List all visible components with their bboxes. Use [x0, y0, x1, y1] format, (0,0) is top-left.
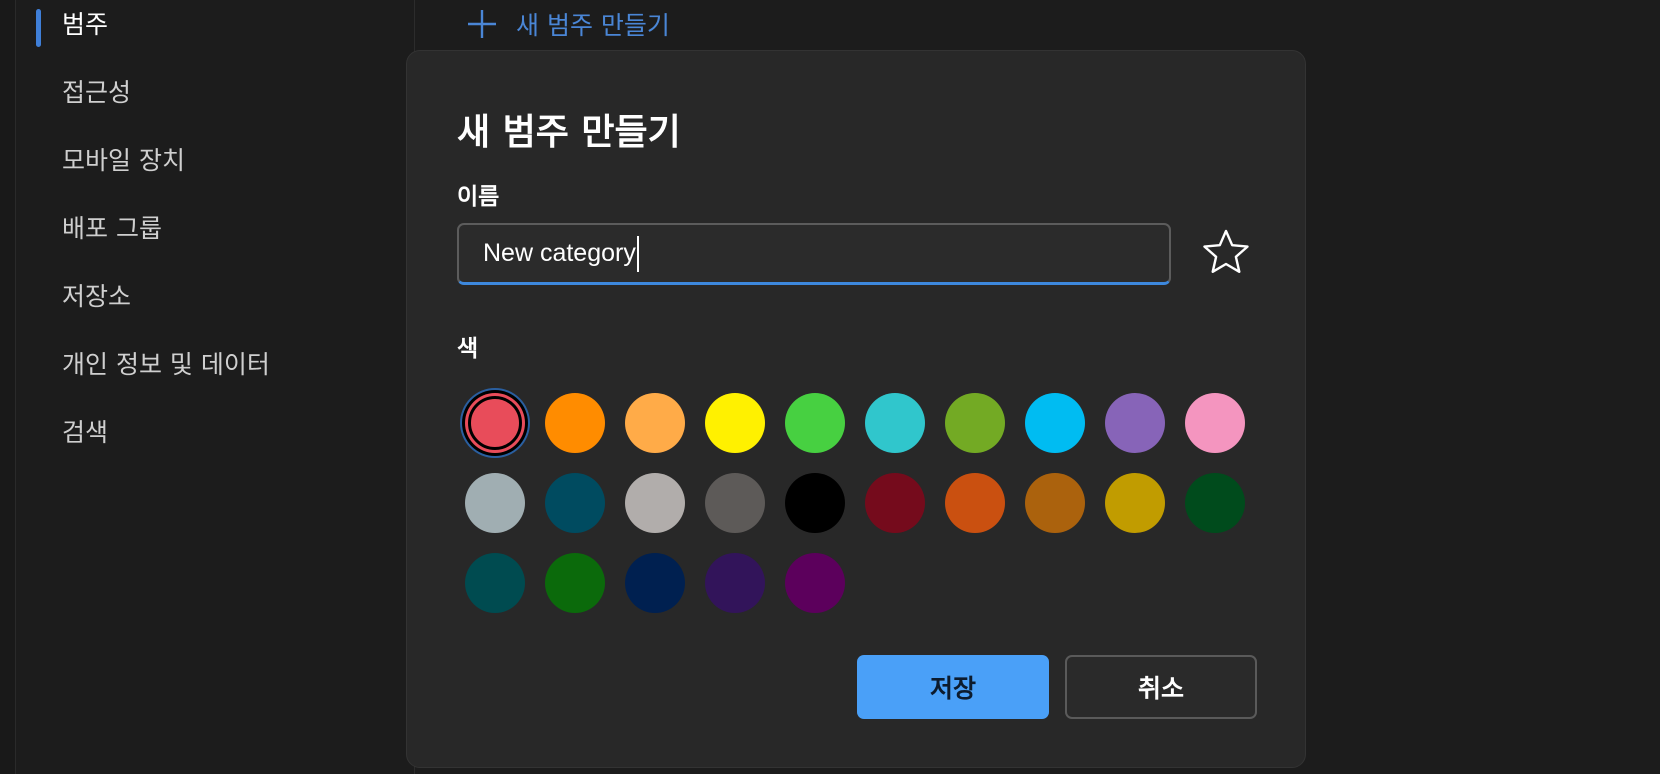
- color-swatch[interactable]: [705, 553, 765, 613]
- color-swatch[interactable]: [785, 553, 845, 613]
- color-swatch[interactable]: [785, 473, 845, 533]
- sidebar-item-distribution-groups[interactable]: 배포 그룹: [62, 209, 162, 249]
- color-swatch[interactable]: [705, 473, 765, 533]
- save-button[interactable]: 저장: [857, 655, 1049, 719]
- color-swatch[interactable]: [545, 473, 605, 533]
- favorite-button[interactable]: [1197, 225, 1255, 283]
- color-swatch[interactable]: [705, 393, 765, 453]
- create-category-label: 새 범주 만들기: [516, 11, 670, 40]
- sidebar-item-search[interactable]: 검색: [62, 413, 108, 453]
- new-category-dialog: 새 범주 만들기 이름 New category 색 저장 취소: [406, 50, 1306, 768]
- window-edge: [0, 0, 16, 774]
- sidebar-item-mobile-devices[interactable]: 모바일 장치: [62, 141, 185, 181]
- sidebar-item-accessibility[interactable]: 접근성: [62, 73, 131, 113]
- category-name-input[interactable]: New category: [457, 223, 1171, 285]
- color-swatch[interactable]: [545, 393, 605, 453]
- color-swatch-grid: [465, 393, 1265, 623]
- color-swatch[interactable]: [785, 393, 845, 453]
- sidebar-item-storage[interactable]: 저장소: [62, 277, 131, 317]
- color-field-label: 색: [457, 336, 479, 362]
- cancel-button[interactable]: 취소: [1065, 655, 1257, 719]
- color-swatch[interactable]: [545, 553, 605, 613]
- color-swatch[interactable]: [1105, 393, 1165, 453]
- color-swatch[interactable]: [865, 473, 925, 533]
- category-name-value: New category: [483, 239, 636, 267]
- text-caret: [636, 235, 639, 272]
- dialog-title: 새 범주 만들기: [457, 112, 681, 153]
- active-nav-indicator: [36, 9, 41, 47]
- color-swatch[interactable]: [1105, 473, 1165, 533]
- color-swatch[interactable]: [1025, 393, 1085, 453]
- color-swatch[interactable]: [625, 393, 685, 453]
- sidebar-item-privacy-data[interactable]: 개인 정보 및 데이터: [62, 345, 270, 385]
- color-swatch[interactable]: [625, 553, 685, 613]
- sidebar-item-categories[interactable]: 범주: [62, 5, 108, 45]
- color-swatch[interactable]: [945, 393, 1005, 453]
- color-swatch[interactable]: [945, 473, 1005, 533]
- color-swatch[interactable]: [625, 473, 685, 533]
- create-category-link[interactable]: 새 범주 만들기: [466, 2, 670, 46]
- star-icon: [1201, 227, 1251, 281]
- save-button-label: 저장: [929, 674, 976, 703]
- color-swatch[interactable]: [465, 473, 525, 533]
- color-swatch[interactable]: [1185, 393, 1245, 453]
- settings-sidebar: 범주 접근성 모바일 장치 배포 그룹 저장소 개인 정보 및 데이터 검색: [16, 0, 414, 774]
- color-swatch[interactable]: [465, 393, 525, 453]
- name-field-label: 이름: [457, 184, 500, 210]
- color-swatch[interactable]: [865, 393, 925, 453]
- color-swatch[interactable]: [1025, 473, 1085, 533]
- color-swatch[interactable]: [1185, 473, 1245, 533]
- cancel-button-label: 취소: [1137, 674, 1184, 703]
- color-swatch[interactable]: [465, 553, 525, 613]
- plus-icon: [466, 8, 498, 40]
- app-window: 범주 접근성 모바일 장치 배포 그룹 저장소 개인 정보 및 데이터 검색 새…: [0, 0, 1660, 774]
